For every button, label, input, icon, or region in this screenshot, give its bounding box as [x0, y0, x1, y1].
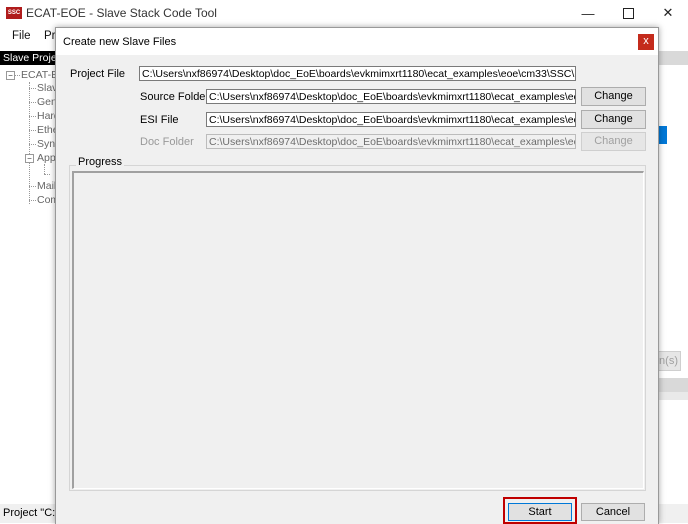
esi-file-label: ESI File — [140, 114, 179, 126]
project-file-label: Project File — [70, 68, 126, 80]
doc-folder-field: C:\Users\nxf86974\Desktop\doc_EoE\boards… — [206, 134, 576, 149]
close-icon: ✕ — [662, 5, 674, 20]
cancel-button[interactable]: Cancel — [581, 503, 645, 521]
background-button[interactable]: n(s) — [657, 351, 681, 371]
dialog-title-bar: Create new Slave Files x — [56, 28, 658, 55]
tree-node-generic[interactable]: Gen — [37, 96, 57, 108]
maximize-icon — [622, 7, 634, 19]
right-panel-divider — [656, 378, 688, 392]
esi-file-field[interactable]: C:\Users\nxf86974\Desktop\doc_EoE\boards… — [206, 112, 576, 127]
tree-node-root[interactable]: ECAT-E — [21, 69, 58, 81]
create-slave-files-dialog: Create new Slave Files x Project File C:… — [55, 27, 659, 524]
dialog-title: Create new Slave Files — [63, 36, 177, 48]
menu-file[interactable]: File — [12, 30, 31, 42]
sidebar-header: Slave Project — [0, 51, 61, 65]
main-window-title: ECAT-EOE - Slave Stack Code Tool — [26, 6, 217, 20]
start-button[interactable]: Start — [508, 503, 572, 521]
main-title-bar: SSC ECAT-EOE - Slave Stack Code Tool — ✕ — [0, 0, 688, 26]
right-panel-area — [656, 392, 688, 400]
right-status-area — [656, 504, 688, 523]
tree-collapse-icon[interactable]: − — [6, 71, 15, 80]
close-icon: x — [643, 35, 649, 47]
dialog-close-button[interactable]: x — [638, 34, 654, 50]
minimize-icon: — — [581, 5, 595, 21]
doc-folder-change-button: Change — [581, 132, 646, 151]
progress-label: Progress — [76, 156, 125, 168]
ssc-app-icon: SSC — [6, 7, 22, 19]
tree-node-mailbox[interactable]: Mail — [37, 180, 56, 192]
right-panel-header — [656, 51, 688, 65]
doc-folder-label: Doc Folder — [140, 136, 194, 148]
source-folder-change-button[interactable]: Change — [581, 87, 646, 106]
menu-project[interactable]: Pr — [44, 30, 56, 42]
close-window-button[interactable]: ✕ — [648, 0, 688, 26]
project-file-field[interactable]: C:\Users\nxf86974\Desktop\doc_EoE\boards… — [139, 66, 576, 81]
esi-file-change-button[interactable]: Change — [581, 110, 646, 129]
minimize-button[interactable]: — — [568, 0, 608, 26]
maximize-button[interactable] — [608, 0, 648, 26]
progress-output-area[interactable] — [72, 171, 644, 489]
status-bar-text: Project "C:\ — [0, 504, 63, 523]
source-folder-field[interactable]: C:\Users\nxf86974\Desktop\doc_EoE\boards… — [206, 89, 576, 104]
tree-collapse-icon[interactable]: − — [25, 154, 34, 163]
source-folder-label: Source Folder — [140, 91, 210, 103]
